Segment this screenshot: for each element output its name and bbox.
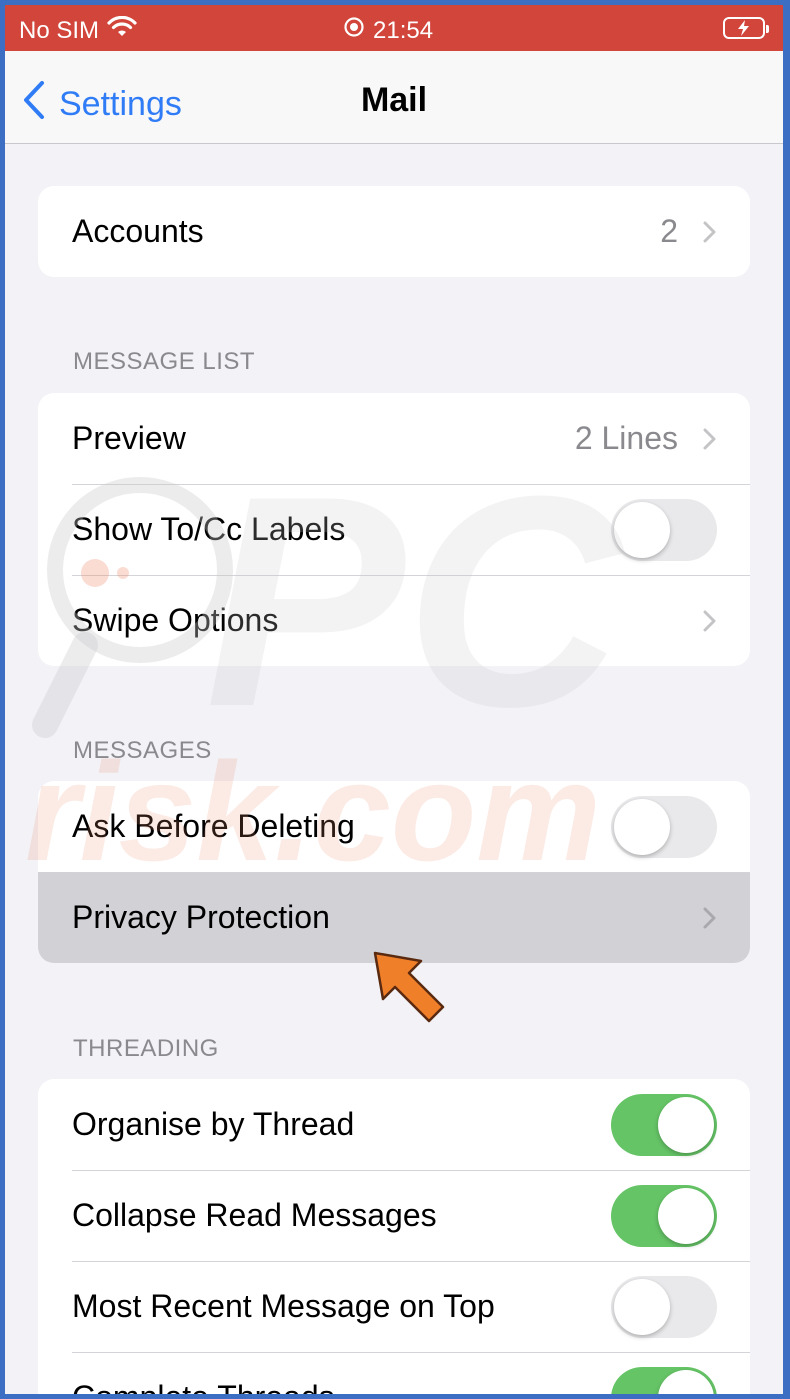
- carrier-label: No SIM: [19, 16, 100, 44]
- complete-threads-label: Complete Threads: [72, 1379, 335, 1394]
- show-to-cc-toggle[interactable]: [611, 499, 717, 561]
- section-header-messages: MESSAGES: [73, 737, 212, 764]
- messages-group: Ask Before Deleting Privacy Protection: [38, 781, 750, 963]
- wifi-icon: [107, 15, 137, 45]
- orientation-lock-icon: [343, 16, 365, 45]
- message-list-group: Preview 2 Lines Show To/Cc Labels Swipe …: [38, 393, 750, 666]
- battery-charging-icon: [723, 17, 769, 39]
- page-title: Mail: [360, 81, 428, 119]
- status-bar: No SIM 21:54: [5, 5, 783, 51]
- section-header-message-list: MESSAGE LIST: [73, 348, 256, 375]
- threading-group: Organise by Thread Collapse Read Message…: [38, 1079, 750, 1394]
- accounts-group: Accounts 2: [38, 186, 750, 277]
- most-recent-top-toggle[interactable]: [611, 1276, 717, 1338]
- chevron-right-icon: [703, 907, 716, 929]
- complete-threads-row: Complete Threads: [38, 1352, 750, 1394]
- collapse-read-label: Collapse Read Messages: [72, 1197, 437, 1233]
- organise-by-thread-toggle[interactable]: [611, 1094, 717, 1156]
- accounts-count: 2: [660, 213, 678, 249]
- clock: 21:54: [373, 16, 434, 44]
- collapse-read-row: Collapse Read Messages: [38, 1170, 750, 1261]
- preview-label: Preview: [72, 420, 186, 456]
- status-center: 21:54: [343, 16, 433, 45]
- status-left: No SIM: [19, 15, 137, 45]
- preview-value: 2 Lines: [574, 420, 678, 456]
- section-header-threading: THREADING: [73, 1035, 219, 1062]
- pointer-arrow-icon: [373, 951, 445, 1023]
- show-to-cc-row: Show To/Cc Labels: [38, 484, 750, 575]
- swipe-options-label: Swipe Options: [72, 602, 279, 638]
- chevron-right-icon: [703, 610, 716, 632]
- swipe-options-row[interactable]: Swipe Options: [38, 575, 750, 666]
- organise-by-thread-row: Organise by Thread: [38, 1079, 750, 1170]
- preview-row[interactable]: Preview 2 Lines: [38, 393, 750, 484]
- ask-before-deleting-toggle[interactable]: [611, 796, 717, 858]
- collapse-read-toggle[interactable]: [611, 1185, 717, 1247]
- accounts-label: Accounts: [72, 213, 204, 249]
- chevron-right-icon: [703, 221, 716, 243]
- phone-screen: No SIM 21:54 Settings Mail Accounts 2 ME…: [5, 5, 783, 1394]
- chevron-right-icon: [703, 428, 716, 450]
- navigation-bar: Settings Mail: [5, 51, 783, 144]
- show-to-cc-label: Show To/Cc Labels: [72, 511, 346, 547]
- most-recent-top-label: Most Recent Message on Top: [72, 1288, 495, 1324]
- most-recent-top-row: Most Recent Message on Top: [38, 1261, 750, 1352]
- privacy-protection-label: Privacy Protection: [72, 899, 330, 935]
- ask-before-deleting-label: Ask Before Deleting: [72, 808, 355, 844]
- complete-threads-toggle[interactable]: [611, 1367, 717, 1394]
- organise-by-thread-label: Organise by Thread: [72, 1106, 355, 1142]
- ask-before-deleting-row: Ask Before Deleting: [38, 781, 750, 872]
- accounts-row[interactable]: Accounts 2: [38, 186, 750, 277]
